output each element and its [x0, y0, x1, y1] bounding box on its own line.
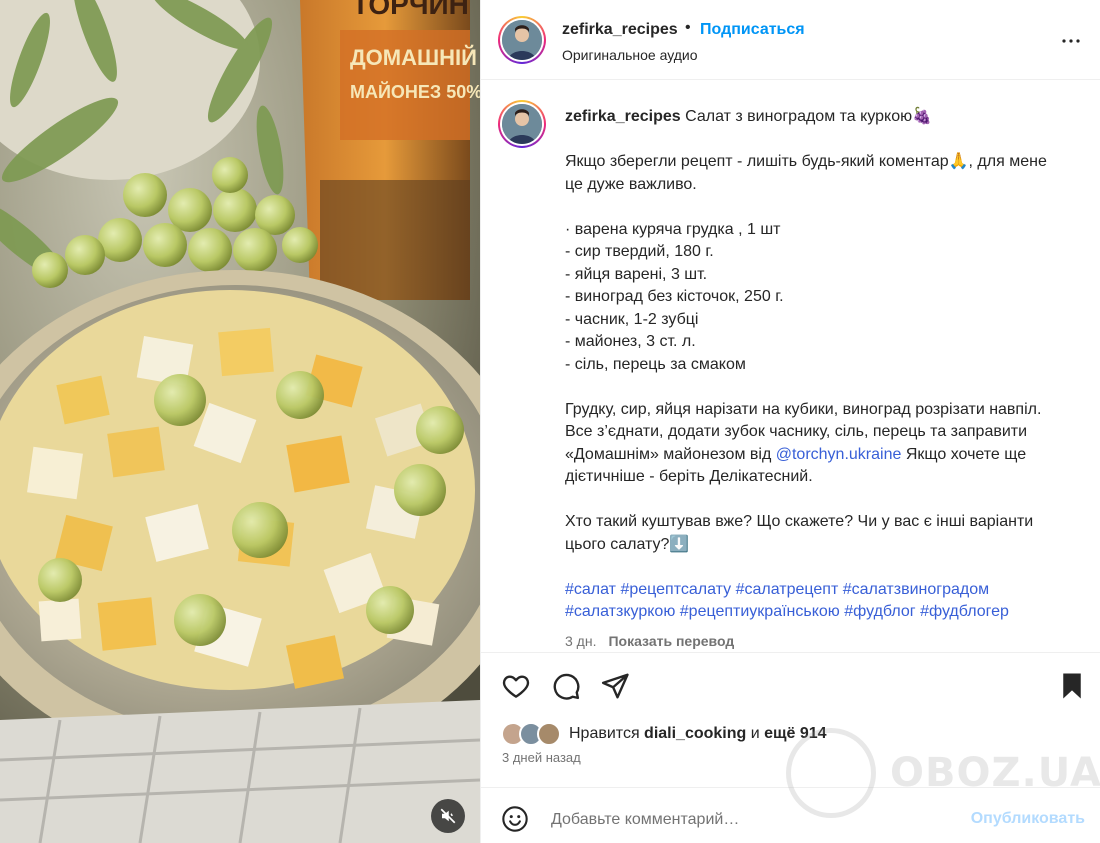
ingredient-item: - яйця варені, 3 шт.	[565, 265, 708, 283]
hashtag-link[interactable]: #фудблогер	[920, 603, 1009, 620]
comment-bar: Опубликовать	[481, 787, 1100, 843]
hashtag-link[interactable]: #рецептиукраїнською	[680, 603, 840, 620]
comment-icon	[553, 673, 580, 700]
package-brand-text: ТОРЧИН	[352, 0, 469, 20]
package-sub-text: МАЙОНЕЗ 50%	[350, 81, 480, 102]
comment-input[interactable]	[551, 804, 951, 836]
liker-username[interactable]: diali_cooking	[644, 725, 746, 742]
show-translation-button[interactable]: Показать перевод	[608, 633, 734, 649]
mute-button[interactable]	[431, 799, 465, 833]
ingredient-item: · варена куряча грудка , 1 шт	[565, 220, 781, 238]
hashtag-link[interactable]: #рецептсалату	[620, 581, 731, 598]
ingredient-item: - часник, 1-2 зубці	[565, 310, 699, 328]
hashtag-link[interactable]: #салат	[565, 581, 616, 598]
save-button[interactable]	[1057, 671, 1089, 701]
emoji-smile-icon	[502, 806, 528, 832]
post-date: 3 дней назад	[502, 750, 581, 765]
likes-count[interactable]: ещё 914	[764, 725, 826, 742]
hashtag-link[interactable]: #салатзвиноградом	[843, 581, 989, 598]
action-bar	[481, 653, 1100, 723]
author-username[interactable]: zefirka_recipes	[562, 21, 678, 39]
likes-prefix: Нравится	[569, 725, 645, 742]
post-sidebar: zefirka_recipes • Подписаться Оригинальн…	[480, 0, 1100, 843]
comment-button[interactable]	[551, 671, 583, 701]
caption-text: zefirka_recipes Салат з виноградом та ку…	[565, 106, 1065, 624]
avatar-photo	[502, 20, 542, 60]
post-media[interactable]: ТОРЧИН ДОМАШНІЙ МАЙОНЕЗ 50%	[0, 0, 480, 843]
liker-avatar[interactable]	[537, 722, 561, 746]
mention-link[interactable]: @torchyn.ukraine	[776, 446, 902, 463]
original-audio-link[interactable]: Оригинальное аудио	[562, 47, 698, 63]
heart-icon	[502, 675, 530, 698]
caption-intro: Якщо зберегли рецепт - лишіть будь-який …	[565, 153, 1052, 193]
ingredient-item: - майонез, 3 ст. л.	[565, 333, 696, 350]
emoji-button[interactable]	[501, 805, 531, 835]
caption-meta: 3 дн. Показать перевод	[565, 633, 734, 649]
caption-username[interactable]: zefirka_recipes	[565, 108, 681, 125]
hashtag-link[interactable]: #салатзкуркою	[565, 603, 675, 620]
salad-photo: ТОРЧИН ДОМАШНІЙ МАЙОНЕЗ 50%	[0, 0, 480, 843]
hashtag-link[interactable]: #фудблог	[844, 603, 915, 620]
ingredient-item: - сир твердий, 180 г.	[565, 243, 714, 260]
post-header: zefirka_recipes • Подписаться Оригинальн…	[481, 0, 1100, 80]
hashtag-link[interactable]: #салатрецепт	[736, 581, 839, 598]
caption-area: zefirka_recipes Салат з виноградом та ку…	[481, 80, 1100, 653]
likes-row: Нравится diali_cooking и ещё 914	[501, 720, 827, 748]
caption-question: Хто такий куштував вже? Що скажете? Чи у…	[565, 513, 1038, 553]
ingredient-item: - сіль, перець за смаком	[565, 355, 746, 373]
likes-middle: и	[746, 725, 765, 742]
more-options-button[interactable]	[1059, 29, 1083, 53]
speaker-muted-icon	[440, 808, 456, 824]
caption-age: 3 дн.	[565, 633, 597, 649]
caption-author-avatar[interactable]	[498, 100, 546, 148]
like-button[interactable]	[501, 671, 533, 701]
caption-title: Салат з виноградом та куркою🍇	[685, 108, 933, 125]
header-separator: •	[685, 19, 691, 36]
share-icon	[601, 673, 629, 699]
likes-text: Нравится diali_cooking и ещё 914	[569, 725, 827, 743]
avatar-photo	[502, 104, 542, 144]
bookmark-icon	[1063, 673, 1081, 699]
publish-comment-button[interactable]: Опубликовать	[971, 810, 1085, 828]
share-button[interactable]	[600, 671, 632, 701]
follow-button[interactable]: Подписаться	[700, 21, 805, 39]
author-avatar[interactable]	[498, 16, 546, 64]
ingredient-item: - виноград без кісточок, 250 г.	[565, 288, 784, 305]
more-horizontal-icon	[1062, 39, 1080, 43]
package-title-text: ДОМАШНІЙ	[350, 45, 477, 70]
